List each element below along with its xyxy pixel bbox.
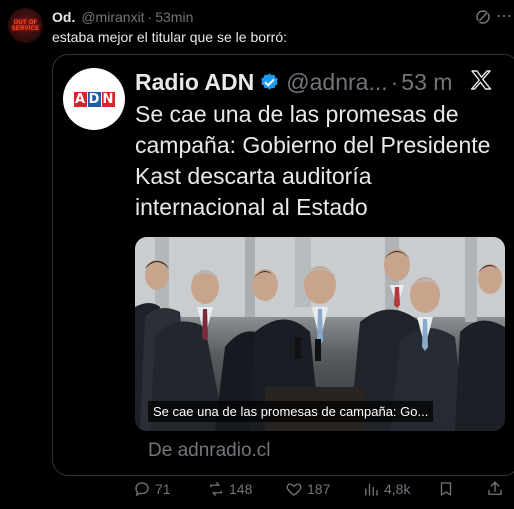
share-icon: [488, 481, 502, 495]
view-count: 4,8k: [384, 481, 411, 497]
news-photo[interactable]: Se cae una de las promesas de campaña: G…: [135, 237, 505, 431]
logo-letter-d: D: [87, 91, 101, 107]
repost-count: 148: [229, 481, 253, 497]
heart-icon: [286, 483, 302, 496]
action-bar: 71 148 187 4,8k: [0, 478, 514, 500]
avatar-text: OUT OF SERVICE: [11, 19, 40, 32]
tweet-time[interactable]: 53min: [155, 9, 193, 25]
bookmark-icon: [440, 482, 452, 496]
reply-icon: [135, 482, 149, 497]
quoted-author-name[interactable]: Radio ADN: [135, 69, 254, 96]
radio-adn-logo[interactable]: A D N: [63, 68, 125, 130]
quoted-headline: Se cae una de las promesas de campaña: G…: [135, 101, 491, 220]
logo-letter-a: A: [73, 91, 87, 107]
like-count: 187: [307, 481, 331, 497]
quoted-time[interactable]: 53 m: [401, 69, 452, 96]
link-domain[interactable]: De adnradio.cl: [148, 440, 271, 462]
views-icon: [365, 483, 378, 496]
repost-button[interactable]: 148: [207, 478, 252, 500]
tweet-text: estaba mejor el titular que se le borró:: [52, 29, 288, 45]
photo-caption: Se cae una de las promesas de campaña: G…: [148, 401, 434, 422]
quoted-tweet-card[interactable]: A D N Radio ADN @adnra... · 53 m Se cae …: [52, 54, 514, 476]
grok-icon[interactable]: [474, 8, 492, 26]
repost-icon: [210, 482, 222, 496]
quoted-separator-dot: ·: [390, 68, 399, 95]
reply-count: 71: [155, 481, 171, 497]
like-button[interactable]: 187: [285, 478, 330, 500]
bookmark-button[interactable]: [437, 478, 459, 500]
x-logo-icon: [470, 70, 492, 90]
quoted-header: Radio ADN @adnra... · 53 m: [135, 65, 514, 99]
share-button[interactable]: [486, 478, 508, 500]
author-handle[interactable]: @miranxit: [81, 9, 144, 25]
author-name[interactable]: Od.: [52, 9, 75, 25]
more-options-icon[interactable]: ⋯: [496, 9, 512, 25]
reply-button[interactable]: 71: [133, 478, 171, 500]
tweet-header: Od. @miranxit · 53min: [52, 6, 514, 28]
avatar[interactable]: OUT OF SERVICE: [8, 8, 43, 43]
separator-dot: ·: [147, 9, 153, 25]
views-button[interactable]: 4,8k: [362, 478, 410, 500]
logo-letter-n: N: [101, 91, 115, 107]
verified-badge-icon: [261, 72, 279, 90]
quoted-author-handle[interactable]: @adnra...: [286, 69, 387, 96]
